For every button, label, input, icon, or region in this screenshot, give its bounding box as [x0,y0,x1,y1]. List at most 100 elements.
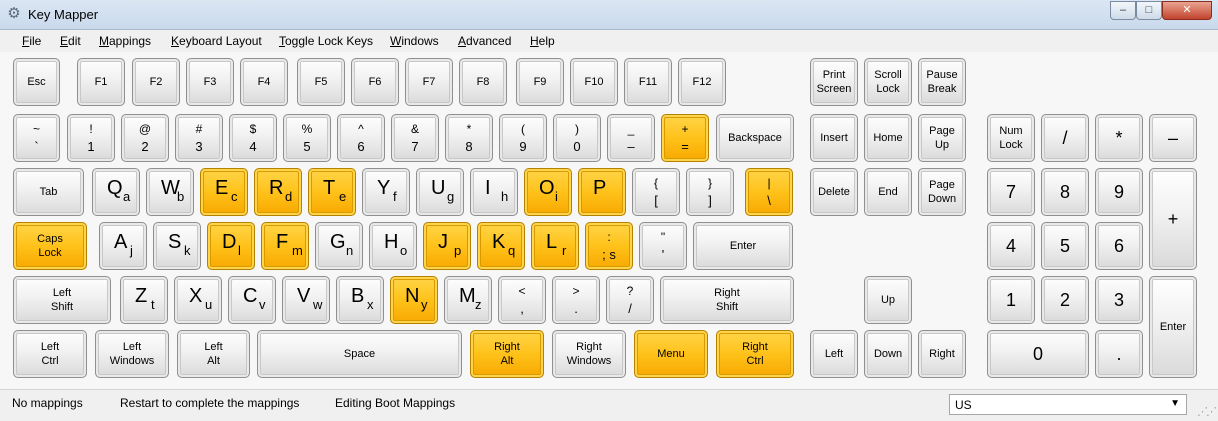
key-digit3[interactable]: #3 [175,114,223,162]
menu-help[interactable]: Help [530,34,555,48]
key-q[interactable]: Qa [92,168,140,216]
key-num2[interactable]: 2 [1041,276,1089,324]
key-up[interactable]: Up [864,276,912,324]
key-num8[interactable]: 8 [1041,168,1089,216]
key-backslash[interactable]: | \ [745,168,793,216]
key-backspace[interactable]: Backspace [716,114,794,162]
maximize-button[interactable]: □ [1136,1,1162,20]
key-f7[interactable]: F7 [405,58,453,106]
key-f12[interactable]: F12 [678,58,726,106]
key-caps-lock[interactable]: Caps Lock [13,222,87,270]
keyboard-layout-select[interactable]: US ▼ [949,394,1187,415]
key-print-screen[interactable]: Print Screen [810,58,858,106]
menu-keyboard-layout[interactable]: Keyboard Layout [171,34,262,48]
key-digit0[interactable]: ) 0 [553,114,601,162]
key-digit7[interactable]: & 7 [391,114,439,162]
key-h[interactable]: Ho [369,222,417,270]
key-num-enter[interactable]: Enter [1149,276,1197,378]
key-d[interactable]: Dl [207,222,255,270]
key-num1[interactable]: 1 [987,276,1035,324]
key-insert[interactable]: Insert [810,114,858,162]
key-i[interactable]: Ih [470,168,518,216]
key-f[interactable]: Fm [261,222,309,270]
key-n[interactable]: Ny [390,276,438,324]
key-tab[interactable]: Tab [13,168,84,216]
key-f10[interactable]: F10 [570,58,618,106]
menu-file[interactable]: File [22,34,41,48]
key-slash[interactable]: ? / [606,276,654,324]
key-r[interactable]: Rd [254,168,302,216]
key-digit5[interactable]: % 5 [283,114,331,162]
key-page-down[interactable]: Page Down [918,168,966,216]
key-p[interactable]: P [578,168,626,216]
key-page-up[interactable]: Page Up [918,114,966,162]
key-digit6[interactable]: ^ 6 [337,114,385,162]
key-delete[interactable]: Delete [810,168,858,216]
key-j[interactable]: Jp [423,222,471,270]
menu-advanced[interactable]: Advanced [458,34,511,48]
key-bracket-left[interactable]: {[ [632,168,680,216]
key-digit9[interactable]: (9 [499,114,547,162]
key-digit2[interactable]: @2 [121,114,169,162]
key-bracket-right[interactable]: }] [686,168,734,216]
key-y[interactable]: Yf [362,168,410,216]
key-num3[interactable]: 3 [1095,276,1143,324]
key-end[interactable]: End [864,168,912,216]
key-enter[interactable]: Enter [693,222,793,270]
key-t[interactable]: Te [308,168,356,216]
key-num4[interactable]: 4 [987,222,1035,270]
key-s[interactable]: Sk [153,222,201,270]
key-right-ctrl[interactable]: Right Ctrl [716,330,794,378]
key-o[interactable]: Oi [524,168,572,216]
key-num-decimal[interactable]: . [1095,330,1143,378]
key-comma[interactable]: <, [498,276,546,324]
key-num7[interactable]: 7 [987,168,1035,216]
key-f6[interactable]: F6 [351,58,399,106]
menu-mappings[interactable]: Mappings [99,34,151,48]
key-f4[interactable]: F4 [240,58,288,106]
key-num-divide[interactable]: / [1041,114,1089,162]
key-f9[interactable]: F9 [516,58,564,106]
key-num-minus[interactable]: – [1149,114,1197,162]
key-l[interactable]: Lr [531,222,579,270]
key-period[interactable]: >. [552,276,600,324]
key-num-multiply[interactable]: * [1095,114,1143,162]
key-right[interactable]: Right [918,330,966,378]
key-right-windows[interactable]: Right Windows [552,330,626,378]
key-num-plus[interactable]: + [1149,168,1197,270]
key-digit1[interactable]: ! 1 [67,114,115,162]
menu-toggle-lock-keys[interactable]: Toggle Lock Keys [279,34,373,48]
key-minus[interactable]: _ – [607,114,655,162]
key-digit8[interactable]: * 8 [445,114,493,162]
key-down[interactable]: Down [864,330,912,378]
key-left-windows[interactable]: Left Windows [95,330,169,378]
key-e[interactable]: Ec [200,168,248,216]
key-scroll-lock[interactable]: Scroll Lock [864,58,912,106]
key-right-alt[interactable]: Right Alt [470,330,544,378]
key-f2[interactable]: F2 [132,58,180,106]
close-button[interactable]: ✕ [1162,1,1212,20]
resize-grip-icon[interactable]: ⋰⋰ [1197,405,1217,418]
key-z[interactable]: Zt [120,276,168,324]
key-f11[interactable]: F11 [624,58,672,106]
key-backquote[interactable]: ~ ` [13,114,60,162]
key-g[interactable]: Gn [315,222,363,270]
key-f5[interactable]: F5 [297,58,345,106]
key-menu-key[interactable]: Menu [634,330,708,378]
key-left-ctrl[interactable]: Left Ctrl [13,330,87,378]
key-num9[interactable]: 9 [1095,168,1143,216]
key-quote[interactable]: " ' [639,222,687,270]
key-b[interactable]: Bx [336,276,384,324]
key-a[interactable]: Aj [99,222,147,270]
key-m[interactable]: Mz [444,276,492,324]
minimize-button[interactable]: – [1110,1,1136,20]
key-c[interactable]: Cv [228,276,276,324]
key-v[interactable]: Vw [282,276,330,324]
key-num5[interactable]: 5 [1041,222,1089,270]
key-esc[interactable]: Esc [13,58,60,106]
key-k[interactable]: Kq [477,222,525,270]
key-num6[interactable]: 6 [1095,222,1143,270]
key-num0[interactable]: 0 [987,330,1089,378]
key-num-lock[interactable]: Num Lock [987,114,1035,162]
key-equal[interactable]: + = [661,114,709,162]
